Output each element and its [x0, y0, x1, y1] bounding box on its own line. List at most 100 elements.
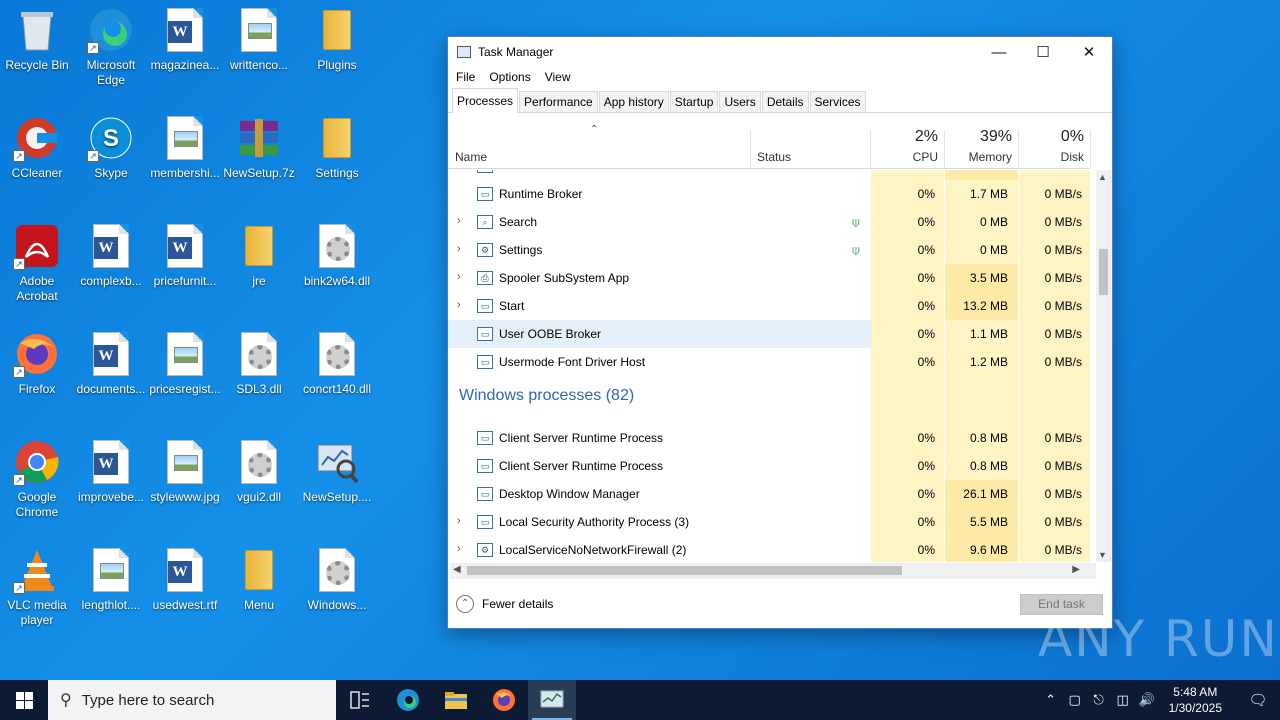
column-cpu[interactable]: 2% CPU [871, 114, 944, 169]
horizontal-scroll-thumb[interactable] [467, 566, 902, 575]
tab-startup[interactable]: Startup [669, 91, 719, 112]
desktop-icon[interactable]: jre [222, 222, 296, 289]
chevron-right-icon[interactable]: › [457, 299, 461, 311]
scroll-down-icon[interactable]: ▼ [1098, 550, 1107, 560]
notification-center-button[interactable]: 🗨 [1236, 691, 1280, 709]
menu-view[interactable]: View [545, 70, 571, 84]
desktop-icon[interactable]: SDL3.dll [222, 330, 296, 397]
taskbar-search-box[interactable]: ⚲ Type here to search [48, 680, 336, 720]
volume-icon[interactable]: 🔊 [1135, 692, 1159, 708]
chevron-right-icon[interactable]: › [457, 515, 461, 527]
desktop-icon[interactable]: NewSetup.... [300, 438, 374, 505]
process-row[interactable]: ▭ Desktop Window Manager 0% 26.1 MB 0 MB/s [448, 480, 1090, 508]
network-icon[interactable]: ◫ [1111, 692, 1135, 708]
window-title: Task Manager [478, 45, 554, 59]
chevron-right-icon[interactable]: › [457, 243, 461, 255]
start-button[interactable] [0, 680, 48, 720]
desktop-icon[interactable]: ↗ Adobe Acrobat [0, 222, 74, 304]
column-status[interactable]: Status [751, 114, 870, 169]
desktop-icon[interactable]: Wusedwest.rtf [148, 546, 222, 613]
desktop-icon[interactable]: ↗ VLC media player [0, 546, 74, 628]
tab-processes[interactable]: Processes [452, 88, 519, 113]
maximize-button[interactable]: ☐ [1020, 37, 1066, 67]
process-row[interactable]: › ⌕ Search ⍦ 0% 0 MB 0 MB/s [448, 208, 1090, 236]
taskbar-firefox[interactable] [480, 680, 528, 720]
desktop-icon[interactable]: Wimprovebe... [74, 438, 148, 505]
windows-logo-icon [15, 691, 33, 709]
desktop-icon[interactable]: Wcomplexb... [74, 222, 148, 289]
process-row[interactable]: › ⚙ Settings ⍦ 0% 0 MB 0 MB/s [448, 236, 1090, 264]
horizontal-scrollbar[interactable]: ◀ ▶ [450, 563, 1096, 579]
clock[interactable]: 5:48 AM 1/30/2025 [1169, 684, 1222, 716]
desktop-icon[interactable]: ↗ Google Chrome [0, 438, 74, 520]
process-row[interactable]: ▭ Client Server Runtime Process 0% 0.8 MB 0 … [448, 452, 1090, 480]
fewer-details-button[interactable]: ⌃ Fewer details [456, 595, 553, 613]
desktop-icon[interactable]: writtenco... [222, 6, 296, 73]
taskbar-task-manager[interactable] [528, 680, 576, 720]
title-bar[interactable]: Task Manager — ☐ ✕ [448, 37, 1112, 67]
process-row[interactable]: ▭ Runtime Broker 0% 1.7 MB 0 MB/s [448, 180, 1090, 208]
column-name[interactable]: Name [448, 114, 750, 169]
desktop-icon[interactable]: bink2w64.dll [300, 222, 374, 289]
desktop-icon[interactable]: ↗ CCleaner [0, 114, 74, 181]
usb-device-icon[interactable]: ⎋ [1087, 692, 1111, 708]
taskbar-edge[interactable] [384, 680, 432, 720]
process-name: Local Security Authority Process (3) [499, 515, 690, 529]
process-row[interactable]: ▭ User OOBE Broker 0% 1.1 MB 0 MB/s [448, 320, 1090, 348]
tab-services[interactable]: Services [809, 91, 866, 112]
desktop-icon[interactable]: membershi... [148, 114, 222, 181]
tablet-icon[interactable]: ▢ [1063, 692, 1087, 708]
process-row[interactable]: ▭ Runtime Broker 0% 6.7 MB 0 MB/s [448, 170, 1090, 180]
process-row[interactable]: › ⎙ Spooler SubSystem App 0% 3.5 MB 0 MB/s [448, 264, 1090, 292]
desktop-icon[interactable]: pricesregist... [148, 330, 222, 397]
minimize-button[interactable]: — [976, 37, 1022, 67]
task-view-button[interactable] [336, 680, 384, 720]
disk-value: 0 MB/s [1044, 215, 1082, 229]
scroll-right-icon[interactable]: ▶ [1072, 564, 1080, 575]
menu-options[interactable]: Options [489, 70, 530, 84]
desktop-icon[interactable]: Wmagazinea... [148, 6, 222, 73]
desktop-icon[interactable]: lengthlot.... [74, 546, 148, 613]
desktop-icon[interactable]: vgui2.dll [222, 438, 296, 505]
skype-icon: S ↗ [87, 114, 135, 162]
vertical-scroll-thumb[interactable] [1099, 249, 1108, 295]
chevron-right-icon[interactable]: › [457, 215, 461, 227]
desktop-icon[interactable]: Wpricefurnit... [148, 222, 222, 289]
tab-strip: Processes Performance App history Startu… [448, 87, 1112, 113]
close-button[interactable]: ✕ [1066, 37, 1112, 67]
scroll-up-icon[interactable]: ▲ [1098, 172, 1107, 182]
process-row[interactable]: › ⚙ LocalServiceNoNetworkFirewall (2) 0% 9.6… [448, 536, 1090, 562]
desktop-icon[interactable]: Recycle Bin [0, 6, 74, 73]
tab-performance[interactable]: Performance [519, 91, 598, 112]
tab-app-history[interactable]: App history [598, 91, 669, 112]
desktop-icon[interactable]: NewSetup.7z [222, 114, 296, 181]
desktop-icon[interactable]: S ↗ Skype [74, 114, 148, 181]
chevron-right-icon[interactable]: › [457, 271, 461, 283]
desktop-icon[interactable]: Plugins [300, 6, 374, 73]
process-row[interactable]: ▭ Usermode Font Driver Host 0% 1.2 MB 0 MB/s [448, 348, 1090, 376]
desktop-icon[interactable]: Windows... [300, 546, 374, 613]
desktop-icon[interactable]: concrt140.dll [300, 330, 374, 397]
column-memory[interactable]: 39% Memory [945, 114, 1018, 169]
desktop-icon[interactable]: Menu [222, 546, 296, 613]
chevron-up-icon[interactable]: ⌃ [1039, 692, 1063, 708]
column-divider[interactable] [1090, 130, 1091, 168]
chevron-right-icon[interactable]: › [457, 543, 461, 555]
desktop-icon[interactable]: ↗ Microsoft Edge [74, 6, 148, 88]
taskbar-file-explorer[interactable] [432, 680, 480, 720]
image-icon [161, 438, 209, 486]
tab-users[interactable]: Users [719, 91, 761, 112]
tab-details[interactable]: Details [761, 91, 809, 112]
desktop-icon[interactable]: Settings [300, 114, 374, 181]
process-row[interactable]: › ▭ Local Security Authority Process (3) 0%… [448, 508, 1090, 536]
scroll-left-icon[interactable]: ◀ [453, 564, 461, 575]
word-icon: W [87, 330, 135, 378]
process-row[interactable]: › ▭ Start 0% 13.2 MB 0 MB/s [448, 292, 1090, 320]
desktop-icon[interactable]: ↗ Firefox [0, 330, 74, 397]
desktop-icon[interactable]: Wdocuments... [74, 330, 148, 397]
menu-file[interactable]: File [456, 70, 475, 84]
desktop-icon[interactable]: stylewww.jpg [148, 438, 222, 505]
process-row[interactable]: ▭ Client Server Runtime Process 0% 0.8 MB 0 … [448, 424, 1090, 452]
column-disk[interactable]: 0% Disk [1019, 114, 1090, 169]
vertical-scrollbar[interactable]: ▲ ▼ [1096, 170, 1111, 562]
